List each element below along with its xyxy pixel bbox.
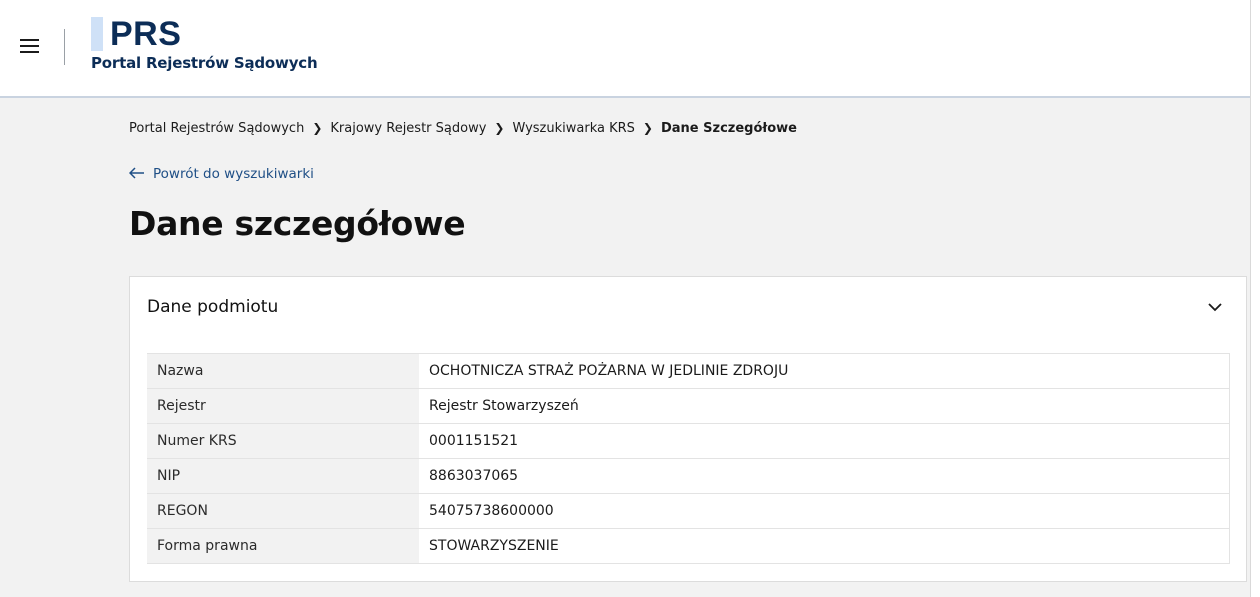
breadcrumb: Portal Rejestrów Sądowych ❯ Krajowy Rejest… xyxy=(129,119,797,138)
chevron-down-icon[interactable] xyxy=(1205,297,1225,317)
hamburger-menu-icon[interactable] xyxy=(20,39,39,53)
chevron-right-icon: ❯ xyxy=(642,121,653,135)
row-label: REGON xyxy=(147,493,419,529)
breadcrumb-item-portal[interactable]: Portal Rejestrów Sądowych xyxy=(129,121,304,136)
logo-subtitle[interactable]: Portal Rejestrów Sądowych xyxy=(91,53,318,73)
table-row: NIP 8863037065 xyxy=(147,458,1230,494)
right-scrollbar[interactable] xyxy=(1250,0,1260,597)
card-title: Dane podmiotu xyxy=(147,297,279,317)
header-divider xyxy=(64,29,65,65)
table-row: Numer KRS 0001151521 xyxy=(147,423,1230,459)
row-label: NIP xyxy=(147,458,419,494)
breadcrumb-item-current: Dane Szczegółowe xyxy=(660,121,797,136)
arrow-left-icon xyxy=(128,164,147,182)
chevron-right-icon: ❯ xyxy=(494,121,505,135)
row-label: Forma prawna xyxy=(147,528,419,564)
row-value: Rejestr Stowarzyszeń xyxy=(419,388,1230,424)
chevron-right-icon: ❯ xyxy=(312,121,323,135)
table-row: Nazwa OCHOTNICZA STRAŻ POŻARNA W JEDLINI… xyxy=(147,353,1230,389)
back-link-label: Powrót do wyszukiwarki xyxy=(153,166,314,182)
logo-mark xyxy=(91,17,103,51)
row-value: 0001151521 xyxy=(419,423,1230,459)
row-value: 54075738600000 xyxy=(419,493,1230,529)
row-value: STOWARZYSZENIE xyxy=(419,528,1230,564)
row-value: OCHOTNICZA STRAŻ POŻARNA W JEDLINIE ZDRO… xyxy=(419,353,1230,389)
row-value: 8863037065 xyxy=(419,458,1230,494)
site-header: PRS Portal Rejestrów Sądowych xyxy=(0,0,1260,98)
table-row: REGON 54075738600000 xyxy=(147,493,1230,529)
row-label: Nazwa xyxy=(147,353,419,389)
breadcrumb-item-search[interactable]: Wyszukiwarka KRS xyxy=(512,121,634,136)
breadcrumb-item-krs[interactable]: Krajowy Rejestr Sądowy xyxy=(330,121,486,136)
table-row: Rejestr Rejestr Stowarzyszeń xyxy=(147,388,1230,424)
entity-data-table: Nazwa OCHOTNICZA STRAŻ POŻARNA W JEDLINI… xyxy=(147,353,1230,564)
logo[interactable]: PRS xyxy=(110,14,181,54)
entity-data-card: Dane podmiotu Nazwa OCHOTNICZA STRAŻ POŻ… xyxy=(129,276,1247,582)
table-row: Forma prawna STOWARZYSZENIE xyxy=(147,528,1230,564)
row-label: Numer KRS xyxy=(147,423,419,459)
back-to-search-link[interactable]: Powrót do wyszukiwarki xyxy=(128,164,314,183)
row-label: Rejestr xyxy=(147,388,419,424)
page-title: Dane szczegółowe xyxy=(129,204,466,243)
